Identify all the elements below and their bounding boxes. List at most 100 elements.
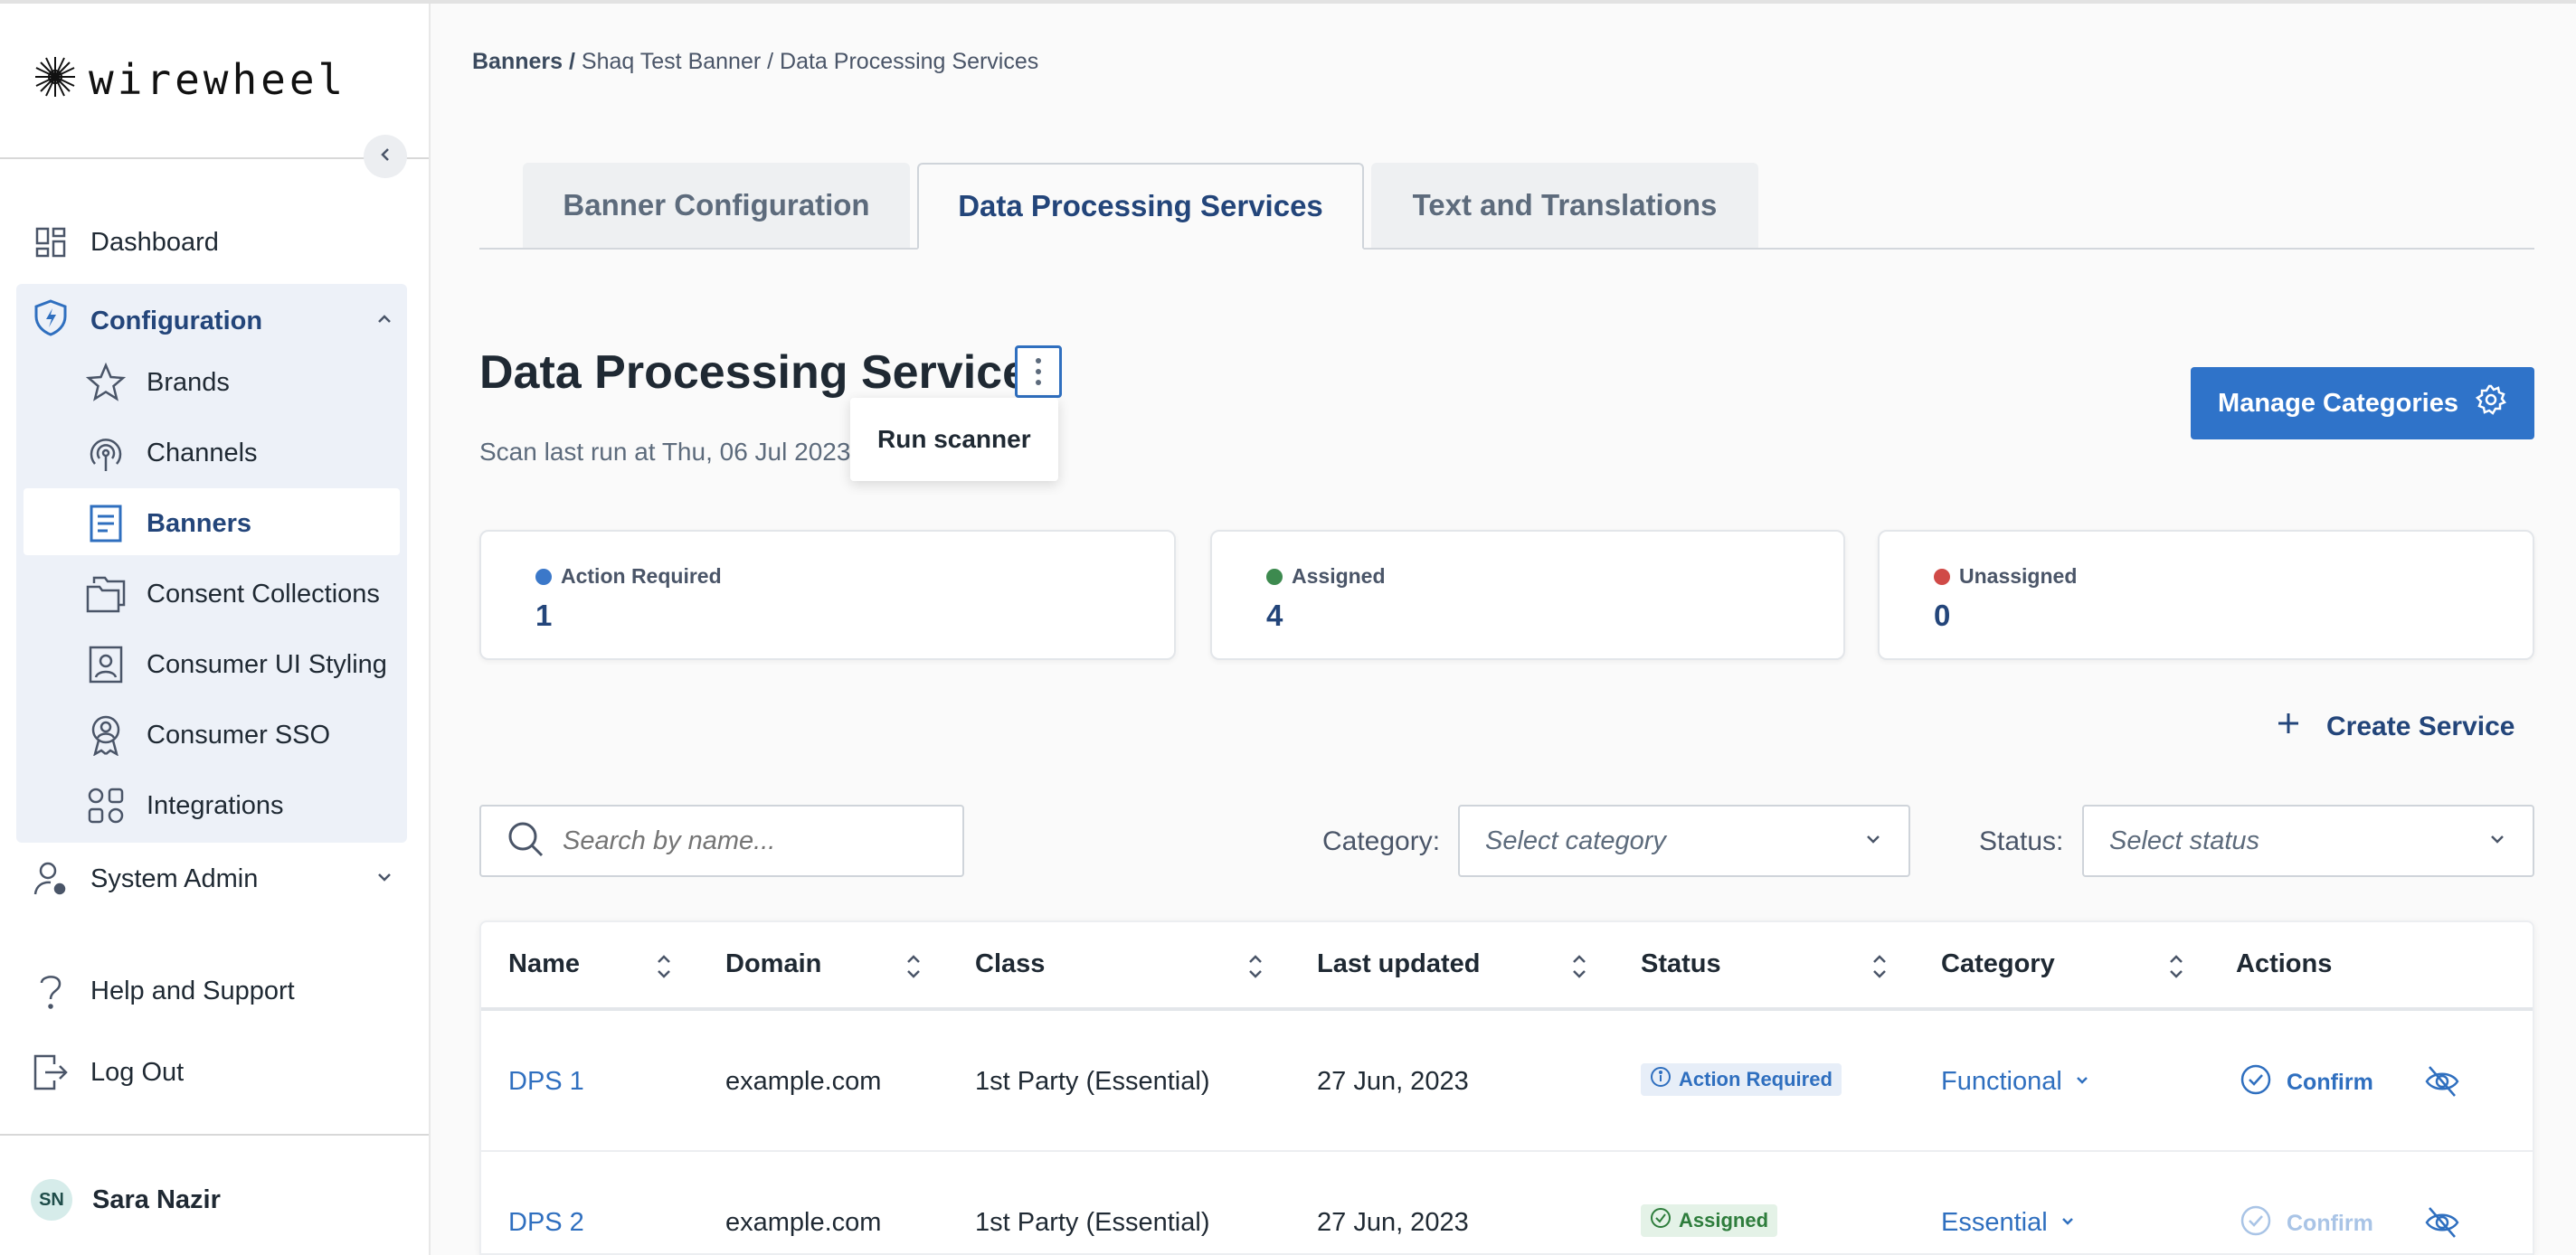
column-header-class[interactable]: Class [975, 949, 1045, 979]
sidebar-item-channels[interactable]: Channels [85, 432, 258, 474]
breadcrumb-banners[interactable]: Banners [472, 49, 563, 74]
sidebar-item-logout[interactable]: Log Out [33, 1054, 184, 1090]
dashboard-icon [33, 224, 69, 260]
sidebar-item-consumer-ui-styling[interactable]: Consumer UI Styling [85, 644, 387, 685]
sidebar-item-configuration[interactable]: Configuration [33, 298, 394, 344]
logo[interactable]: wirewheel [33, 54, 346, 104]
stat-card-unassigned[interactable]: Unassigned 0 [1878, 530, 2534, 660]
kebab-dot [1036, 358, 1041, 363]
column-header-status[interactable]: Status [1641, 949, 1721, 979]
check-circle-icon [1650, 1207, 1672, 1234]
user-card-icon [85, 644, 127, 685]
table-row-divider [481, 1150, 2533, 1152]
table-header-divider [481, 1007, 2533, 1011]
sidebar-item-label: System Admin [90, 863, 259, 893]
chevron-down-icon [1863, 826, 1883, 856]
category-dropdown[interactable]: Essential [1941, 1208, 2077, 1238]
sort-icon[interactable] [1246, 951, 1264, 982]
kebab-dot [1036, 380, 1041, 385]
sidebar-item-consent-collections[interactable]: Consent Collections [85, 573, 380, 615]
breadcrumb-current: Data Processing Services [780, 49, 1039, 74]
column-header-last-updated[interactable]: Last updated [1317, 949, 1480, 979]
search-box[interactable] [479, 805, 964, 877]
manage-categories-button[interactable]: Manage Categories [2191, 367, 2534, 439]
sidebar-item-label: Consumer UI Styling [147, 649, 387, 679]
user-badge-icon [85, 714, 127, 756]
column-header-domain[interactable]: Domain [725, 949, 821, 979]
sidebar-item-label: Log Out [90, 1057, 185, 1087]
breadcrumb: Banners / Shaq Test Banner / Data Proces… [472, 49, 1039, 74]
sidebar-item-system-admin[interactable]: System Admin [33, 861, 394, 897]
user-profile[interactable]: SN Sara Nazir [31, 1179, 221, 1221]
column-header-category[interactable]: Category [1941, 949, 2055, 979]
sidebar-item-banners[interactable]: Banners [85, 503, 251, 544]
document-icon [85, 503, 127, 544]
sort-icon[interactable] [655, 951, 673, 982]
question-icon [33, 973, 69, 1009]
confirm-button[interactable]: Confirm [2240, 1204, 2373, 1243]
sidebar-item-consumer-sso[interactable]: Consumer SSO [85, 714, 330, 756]
collapse-sidebar-button[interactable] [364, 135, 407, 178]
sidebar-item-label: Channels [147, 438, 258, 467]
tabs-divider [479, 248, 2534, 250]
hide-icon[interactable] [2424, 1063, 2460, 1099]
menu-item-run-scanner[interactable]: Run scanner [877, 425, 1031, 454]
more-options-button[interactable] [1015, 345, 1062, 398]
chevron-left-icon [376, 146, 394, 168]
user-gear-icon [33, 861, 69, 897]
tab-text-and-translations[interactable]: Text and Translations [1371, 163, 1758, 248]
stat-value: 1 [535, 599, 553, 632]
sort-icon[interactable] [904, 951, 923, 982]
chevron-down-icon [374, 864, 394, 894]
category-select[interactable]: Select category [1458, 805, 1910, 877]
sidebar-item-label: Brands [147, 367, 230, 397]
create-service-label: Create Service [2326, 712, 2515, 741]
search-icon [507, 820, 545, 863]
cell-last-updated: 27 Jun, 2023 [1317, 1208, 1469, 1237]
search-input[interactable] [563, 826, 961, 856]
hide-icon[interactable] [2424, 1204, 2460, 1241]
sidebar-item-label: Dashboard [90, 227, 219, 257]
create-service-button[interactable]: Create Service [2276, 711, 2514, 743]
breadcrumb-banner[interactable]: Shaq Test Banner [582, 49, 761, 74]
chevron-down-icon [2059, 1208, 2077, 1238]
sidebar-item-brands[interactable]: Brands [85, 362, 230, 403]
shield-bolt-icon [33, 298, 69, 344]
sidebar-item-integrations[interactable]: Integrations [85, 785, 284, 826]
info-icon [1650, 1066, 1672, 1093]
status-dot [535, 568, 552, 585]
manage-categories-label: Manage Categories [2218, 388, 2458, 418]
star-icon [85, 362, 127, 403]
avatar: SN [31, 1179, 72, 1221]
column-header-actions: Actions [2236, 949, 2333, 978]
sort-icon[interactable] [1570, 951, 1588, 982]
logout-icon [33, 1054, 69, 1090]
service-name-link[interactable]: DPS 1 [508, 1067, 584, 1097]
plus-icon [2276, 711, 2301, 743]
sidebar-item-help[interactable]: Help and Support [33, 973, 295, 1009]
cell-domain: example.com [725, 1067, 882, 1096]
sort-icon[interactable] [2167, 951, 2185, 982]
stat-card-assigned[interactable]: Assigned 4 [1210, 530, 1845, 660]
sidebar-item-label: Consumer SSO [147, 720, 331, 750]
sidebar: wirewheel Dashboard Configuration Brands [0, 4, 431, 1255]
category-dropdown[interactable]: Functional [1941, 1067, 2091, 1097]
status-filter-label: Status: [1979, 826, 2064, 856]
category-select-value: Select category [1485, 826, 1666, 855]
check-circle-icon [2240, 1063, 2272, 1102]
sort-icon[interactable] [1870, 951, 1889, 982]
column-header-name[interactable]: Name [508, 949, 580, 979]
tab-data-processing-services[interactable]: Data Processing Services [917, 163, 1364, 250]
gear-icon [2475, 383, 2507, 423]
status-select-value: Select status [2109, 826, 2260, 855]
status-select[interactable]: Select status [2082, 805, 2534, 877]
confirm-button[interactable]: Confirm [2240, 1063, 2373, 1102]
chevron-up-icon [374, 307, 394, 336]
service-name-link[interactable]: DPS 2 [508, 1208, 584, 1238]
sidebar-item-label: Help and Support [90, 976, 295, 1005]
sidebar-item-dashboard[interactable]: Dashboard [33, 224, 219, 260]
stat-card-action-required[interactable]: Action Required 1 [479, 530, 1176, 660]
kebab-dot [1036, 369, 1041, 374]
cell-last-updated: 27 Jun, 2023 [1317, 1067, 1469, 1096]
tab-banner-configuration[interactable]: Banner Configuration [523, 163, 910, 248]
